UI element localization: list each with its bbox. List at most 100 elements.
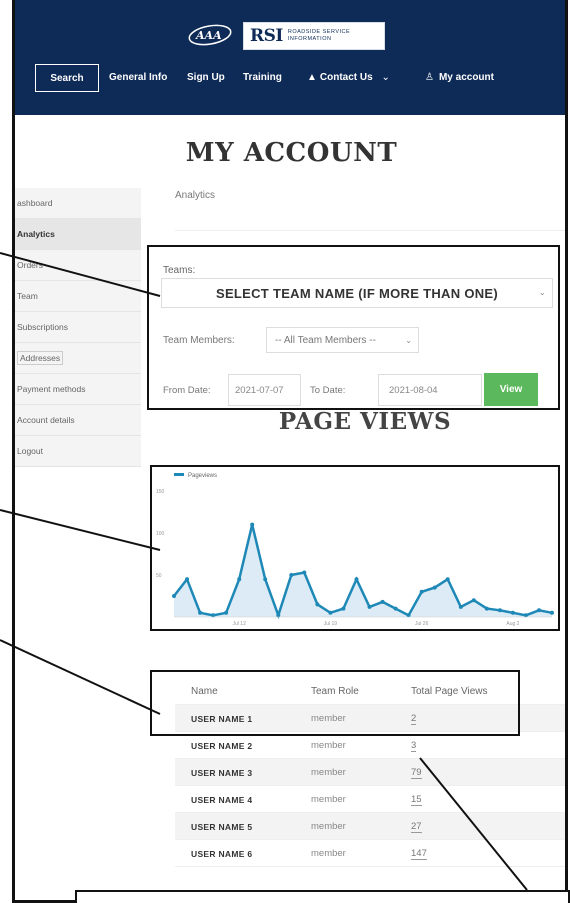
sidebar-item-analytics[interactable]: Analytics [15,219,141,250]
y-tick-label: 50 [156,573,162,579]
rsi-brand-text: RSI [250,26,283,46]
sidebar-item-orders[interactable]: Orders [15,250,141,281]
data-point [432,585,437,590]
view-button[interactable]: View [484,373,538,406]
table-row: USER NAME 6 member 147 [175,840,565,867]
sidebar-item-dashboard[interactable]: ashboard [15,188,141,219]
x-tick-label: Aug 2 [506,621,519,627]
aaa-logo[interactable]: AAA [187,22,233,48]
team-members-select[interactable]: -- All Team Members -- ⌄ [266,327,419,353]
data-point [185,577,189,582]
table-row: USER NAME 2 member 3 [175,732,565,759]
warning-icon: ▲ [307,72,317,83]
teams-label: Teams: [163,265,196,276]
search-button[interactable]: Search [35,64,99,92]
nav-general-info[interactable]: General Info [109,72,167,83]
data-point [211,613,216,618]
data-point [315,602,320,607]
sidebar-item-subscriptions[interactable]: Subscriptions [15,312,141,343]
to-date-label: To Date: [310,385,346,396]
pageviews-chart-callout-box: Pageviews 150 100 50 Jul 12 Jul 19 Jul 26 Aug 2 [150,465,560,631]
page-views-cell[interactable]: 147 [411,848,427,860]
team-role-cell: member [311,740,346,751]
data-point [302,570,307,575]
team-select-value: SELECT TEAM NAME (IF MORE THAN ONE) [215,285,499,301]
to-date-input[interactable]: 2021-08-04 [378,374,482,406]
data-point [198,610,203,615]
sidebar-item-team[interactable]: Team [15,281,141,312]
page-views-cell[interactable]: 79 [411,767,422,779]
data-point [484,606,489,611]
data-point [523,613,528,618]
team-members-label: Team Members: [163,335,235,346]
team-select[interactable]: SELECT TEAM NAME (IF MORE THAN ONE) ⌄ [161,278,553,308]
team-role-cell: member [311,794,346,805]
table-row: USER NAME 5 member 27 [175,813,565,840]
data-point [406,613,411,618]
team-members-select-value: -- All Team Members -- [275,335,376,346]
sidebar-item-payment-methods[interactable]: Payment methods [15,374,141,405]
data-point [445,577,450,582]
data-point [172,594,176,598]
sidebar-item-addresses[interactable]: Addresses [15,343,141,374]
main-nav: Search General Info Sign Up Training ▲ Co… [15,64,565,94]
sidebar-item-account-details[interactable]: Account details [15,405,141,436]
data-point [393,606,398,611]
page-views-title: PAGE VIEWS [278,408,452,435]
table-row: USER NAME 4 member 15 [175,786,565,813]
sidebar-item-label: Analytics [17,229,55,239]
data-point [341,606,346,611]
pageviews-chart: Pageviews 150 100 50 Jul 12 Jul 19 Jul 26 Aug 2 [156,473,554,627]
user-icon: ♙ [425,72,434,83]
sidebar-item-label: ashboard [17,198,53,208]
sidebar-item-label: Orders [17,260,43,270]
nav-contact-us[interactable]: ▲ Contact Us ⌄ [307,72,390,83]
rsi-brand-subtitle: ROADSIDE SERVICE INFORMATION [288,29,350,43]
nav-training[interactable]: Training [243,72,282,83]
data-point [328,610,333,615]
chevron-down-icon: ⌄ [381,72,390,83]
data-point [289,573,294,577]
sidebar-item-label: Team [17,291,38,301]
data-point [250,522,255,527]
user-name-cell: USER NAME 6 [191,849,253,859]
data-point [263,577,268,582]
sidebar-item-label: Subscriptions [17,322,69,332]
nav-my-account-label: My account [438,72,494,83]
sidebar-item-logout[interactable]: Logout [15,436,141,467]
site-header: AAA RSI ROADSIDE SERVICE INFORMATION Sea… [15,0,565,115]
page-views-cell[interactable]: 27 [411,821,422,833]
data-point [497,608,502,613]
nav-sign-up[interactable]: Sign Up [187,72,225,83]
y-tick-label: 100 [156,531,165,537]
data-point [354,577,359,582]
table-callout-box [150,670,520,736]
data-point [224,610,229,615]
account-sidebar: ashboard Analytics Orders Team Subscript… [15,188,141,467]
data-point [510,610,515,615]
section-divider [175,230,565,231]
table-row: USER NAME 3 member 79 [175,759,565,786]
x-tick-label: Jul 19 [324,621,338,627]
data-point [237,577,242,582]
section-heading: Analytics [175,190,216,201]
from-date-input[interactable]: 2021-07-07 [228,374,301,406]
nav-my-account[interactable]: ♙ My account [425,72,494,83]
rsi-subtitle-line-1: ROADSIDE SERVICE [287,29,351,35]
user-name-cell: USER NAME 5 [191,822,253,832]
team-role-cell: member [311,767,346,778]
data-point [471,598,476,603]
from-date-label: From Date: [163,385,211,396]
chevron-down-icon: ⌄ [405,336,412,345]
data-point [367,604,372,609]
sidebar-item-label: Addresses [17,351,64,365]
sidebar-item-label: Account details [17,415,75,425]
user-name-cell: USER NAME 4 [191,795,253,805]
filters-callout-box: Teams: SELECT TEAM NAME (IF MORE THAN ON… [147,245,560,410]
rsi-logo[interactable]: RSI ROADSIDE SERVICE INFORMATION [243,22,385,50]
data-point [458,604,463,609]
page-views-cell[interactable]: 3 [411,740,417,752]
bottom-callout-box [75,890,570,903]
page-views-cell[interactable]: 15 [411,794,422,806]
sidebar-item-label: Logout [17,446,43,456]
